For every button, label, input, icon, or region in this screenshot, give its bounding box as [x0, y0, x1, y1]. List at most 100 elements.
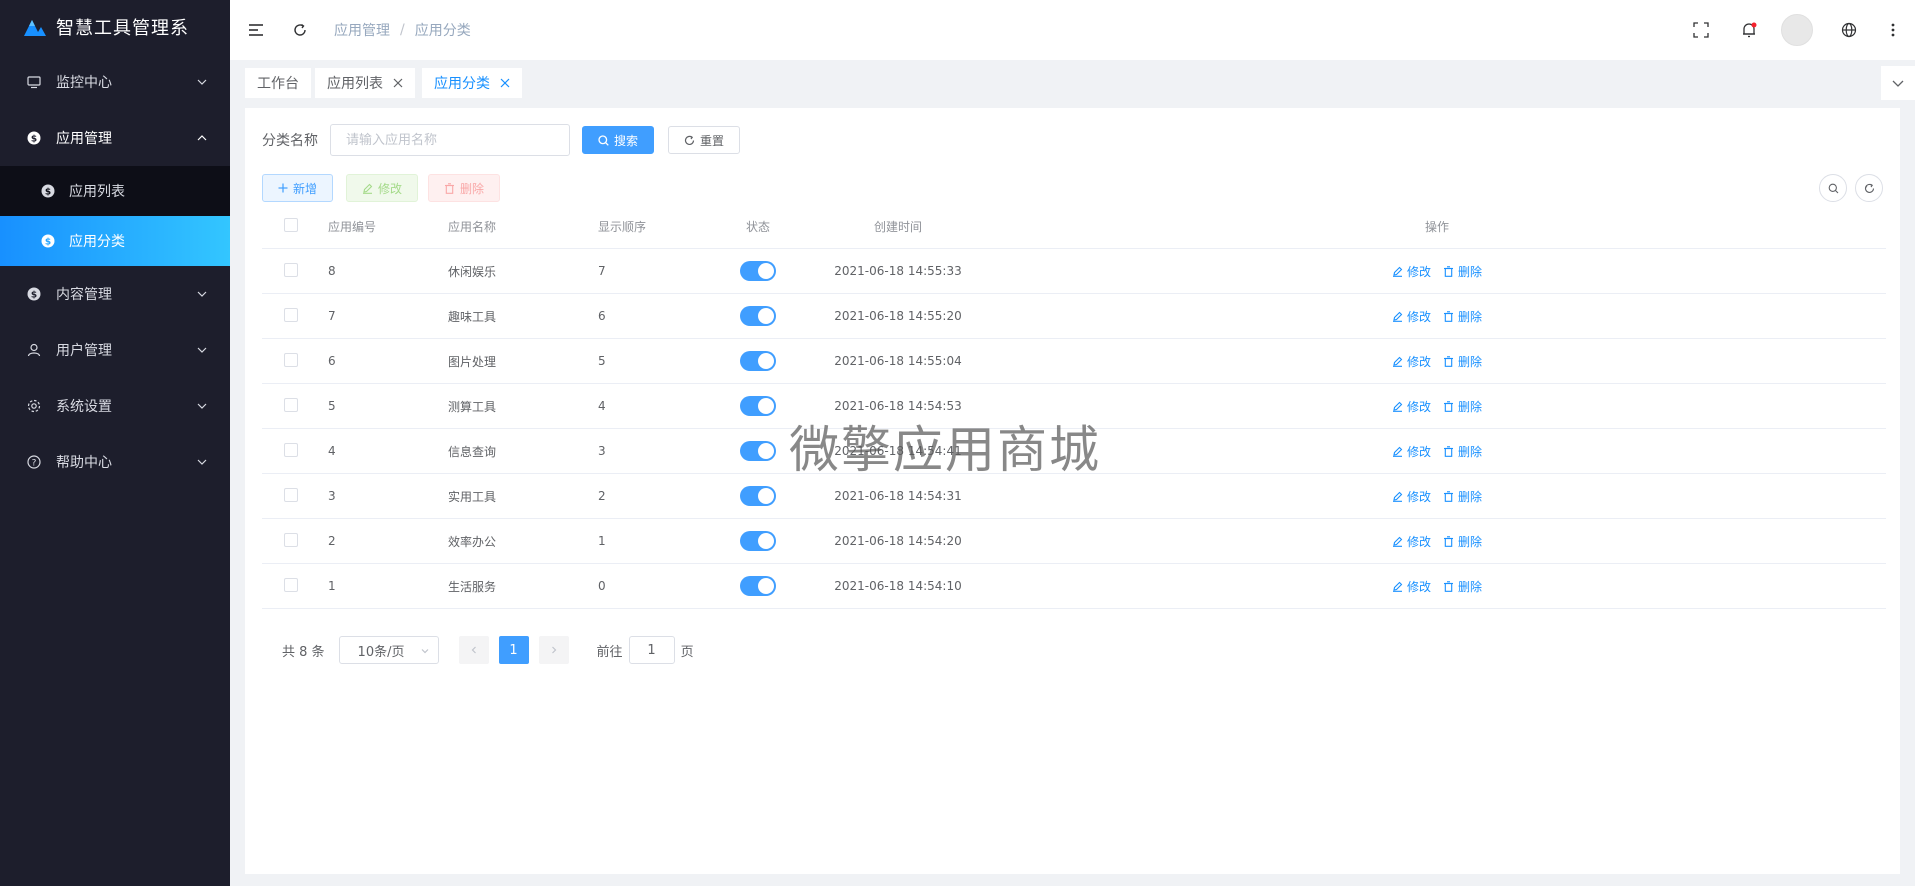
- sidebar-item-user-management[interactable]: 用户管理: [0, 322, 230, 378]
- row-checkbox[interactable]: [284, 532, 298, 547]
- refresh-icon[interactable]: [290, 20, 310, 40]
- next-page-button[interactable]: [538, 636, 569, 664]
- tag-app-list[interactable]: 应用列表: [315, 68, 415, 98]
- row-edit-button[interactable]: 修改: [1392, 263, 1431, 280]
- row-edit-button[interactable]: 修改: [1392, 308, 1431, 325]
- page-size-select[interactable]: 10条/页: [338, 636, 439, 664]
- cell-id: 8: [328, 264, 336, 278]
- gear-icon: [26, 398, 42, 414]
- row-delete-button[interactable]: 删除: [1443, 578, 1482, 595]
- reset-button-label: 重置: [700, 133, 725, 148]
- page-size-value: 10条/页: [357, 644, 405, 660]
- goto-suffix: 页: [680, 644, 694, 660]
- row-delete-button[interactable]: 删除: [1443, 353, 1482, 370]
- sidebar-item-monitor[interactable]: 监控中心: [0, 54, 230, 110]
- refresh-icon: [1864, 183, 1874, 193]
- edit-icon: [1392, 266, 1403, 277]
- cell-name: 趣味工具: [448, 309, 497, 324]
- add-button-label: 新增: [293, 181, 318, 196]
- dollar-circle-icon: $: [41, 184, 55, 198]
- svg-text:$: $: [45, 188, 51, 198]
- status-switch[interactable]: [740, 261, 776, 281]
- row-checkbox[interactable]: [284, 577, 298, 592]
- row-checkbox[interactable]: [284, 352, 298, 367]
- status-switch[interactable]: [740, 306, 776, 326]
- status-switch[interactable]: [740, 441, 776, 461]
- select-all-checkbox[interactable]: [284, 217, 298, 232]
- row-checkbox[interactable]: [284, 262, 298, 277]
- svg-text:$: $: [31, 135, 37, 145]
- search-button[interactable]: 搜索: [582, 126, 655, 154]
- row-delete-button[interactable]: 删除: [1443, 308, 1482, 325]
- refresh-icon: [684, 135, 695, 145]
- sidebar-item-system-settings[interactable]: 系统设置: [0, 378, 230, 434]
- status-switch[interactable]: [740, 531, 776, 551]
- goto-page-input[interactable]: [628, 636, 675, 664]
- row-delete-button[interactable]: 删除: [1443, 398, 1482, 415]
- more-vertical-icon[interactable]: [1883, 20, 1903, 40]
- row-delete-label: 删除: [1458, 399, 1483, 414]
- bell-icon[interactable]: [1739, 20, 1759, 40]
- sidebar-item-app-list[interactable]: $ 应用列表: [0, 166, 230, 216]
- sidebar: 智慧工具管理系 监控中心 $ 应用管理 $ 应用列表 $ 应用分类 $ 内容管理…: [0, 0, 230, 886]
- sidebar-item-app-category[interactable]: $ 应用分类: [0, 216, 230, 266]
- row-edit-button[interactable]: 修改: [1392, 578, 1431, 595]
- prev-page-button[interactable]: [458, 636, 489, 664]
- row-delete-label: 删除: [1458, 489, 1483, 504]
- dollar-circle-icon: $: [26, 130, 42, 146]
- edit-button-label: 修改: [378, 181, 403, 196]
- edit-icon: [1392, 491, 1403, 502]
- row-delete-button[interactable]: 删除: [1443, 533, 1482, 550]
- row-edit-button[interactable]: 修改: [1392, 443, 1431, 460]
- trash-icon: [1444, 490, 1453, 502]
- row-edit-button[interactable]: 修改: [1392, 353, 1431, 370]
- row-edit-button[interactable]: 修改: [1392, 488, 1431, 505]
- tags-dropdown-button[interactable]: [1881, 66, 1915, 100]
- row-checkbox[interactable]: [284, 307, 298, 322]
- category-name-input[interactable]: [330, 124, 570, 156]
- hamburger-icon[interactable]: [246, 20, 266, 40]
- chevron-down-icon: [421, 649, 428, 654]
- reset-button[interactable]: 重置: [668, 126, 741, 154]
- fullscreen-icon[interactable]: [1691, 20, 1711, 40]
- tag-workbench[interactable]: 工作台: [245, 68, 311, 98]
- sidebar-item-help-center[interactable]: ? 帮助中心: [0, 434, 230, 490]
- row-delete-button[interactable]: 删除: [1443, 488, 1482, 505]
- refresh-table-button[interactable]: [1855, 174, 1883, 202]
- row-edit-button[interactable]: 修改: [1392, 398, 1431, 415]
- close-icon[interactable]: [500, 78, 510, 88]
- chevron-down-icon: [197, 347, 207, 353]
- breadcrumb-item-app-management[interactable]: 应用管理: [334, 20, 390, 40]
- row-delete-button[interactable]: 删除: [1443, 443, 1482, 460]
- cell-name: 生活服务: [448, 579, 497, 594]
- globe-icon[interactable]: [1839, 20, 1859, 40]
- sidebar-item-app-management[interactable]: $ 应用管理: [0, 110, 230, 166]
- cell-name: 休闲娱乐: [448, 264, 497, 279]
- tag-app-category[interactable]: 应用分类: [422, 68, 522, 98]
- add-button[interactable]: 新增: [262, 174, 334, 202]
- cell-order: 1: [598, 534, 606, 548]
- close-icon[interactable]: [393, 78, 403, 88]
- status-switch[interactable]: [740, 396, 776, 416]
- sidebar-item-content-management[interactable]: $ 内容管理: [0, 266, 230, 322]
- cell-order: 5: [598, 354, 606, 368]
- row-checkbox[interactable]: [284, 442, 298, 457]
- row-checkbox[interactable]: [284, 397, 298, 412]
- row-edit-label: 修改: [1406, 354, 1431, 369]
- cell-created: 2021-06-18 14:54:41: [834, 444, 962, 458]
- dollar-circle-icon: $: [41, 234, 55, 248]
- toggle-search-button[interactable]: [1819, 174, 1847, 202]
- edit-button[interactable]: 修改: [346, 174, 419, 202]
- delete-button[interactable]: 删除: [428, 174, 501, 202]
- row-delete-button[interactable]: 删除: [1443, 263, 1482, 280]
- row-edit-button[interactable]: 修改: [1392, 533, 1431, 550]
- status-switch[interactable]: [740, 576, 776, 596]
- logo[interactable]: 智慧工具管理系: [0, 0, 230, 54]
- page-number-1[interactable]: 1: [498, 636, 529, 664]
- avatar[interactable]: [1781, 14, 1813, 46]
- trash-icon: [445, 182, 454, 194]
- status-switch[interactable]: [740, 486, 776, 506]
- status-switch[interactable]: [740, 351, 776, 371]
- row-checkbox[interactable]: [284, 487, 298, 502]
- edit-icon: [1392, 446, 1403, 457]
